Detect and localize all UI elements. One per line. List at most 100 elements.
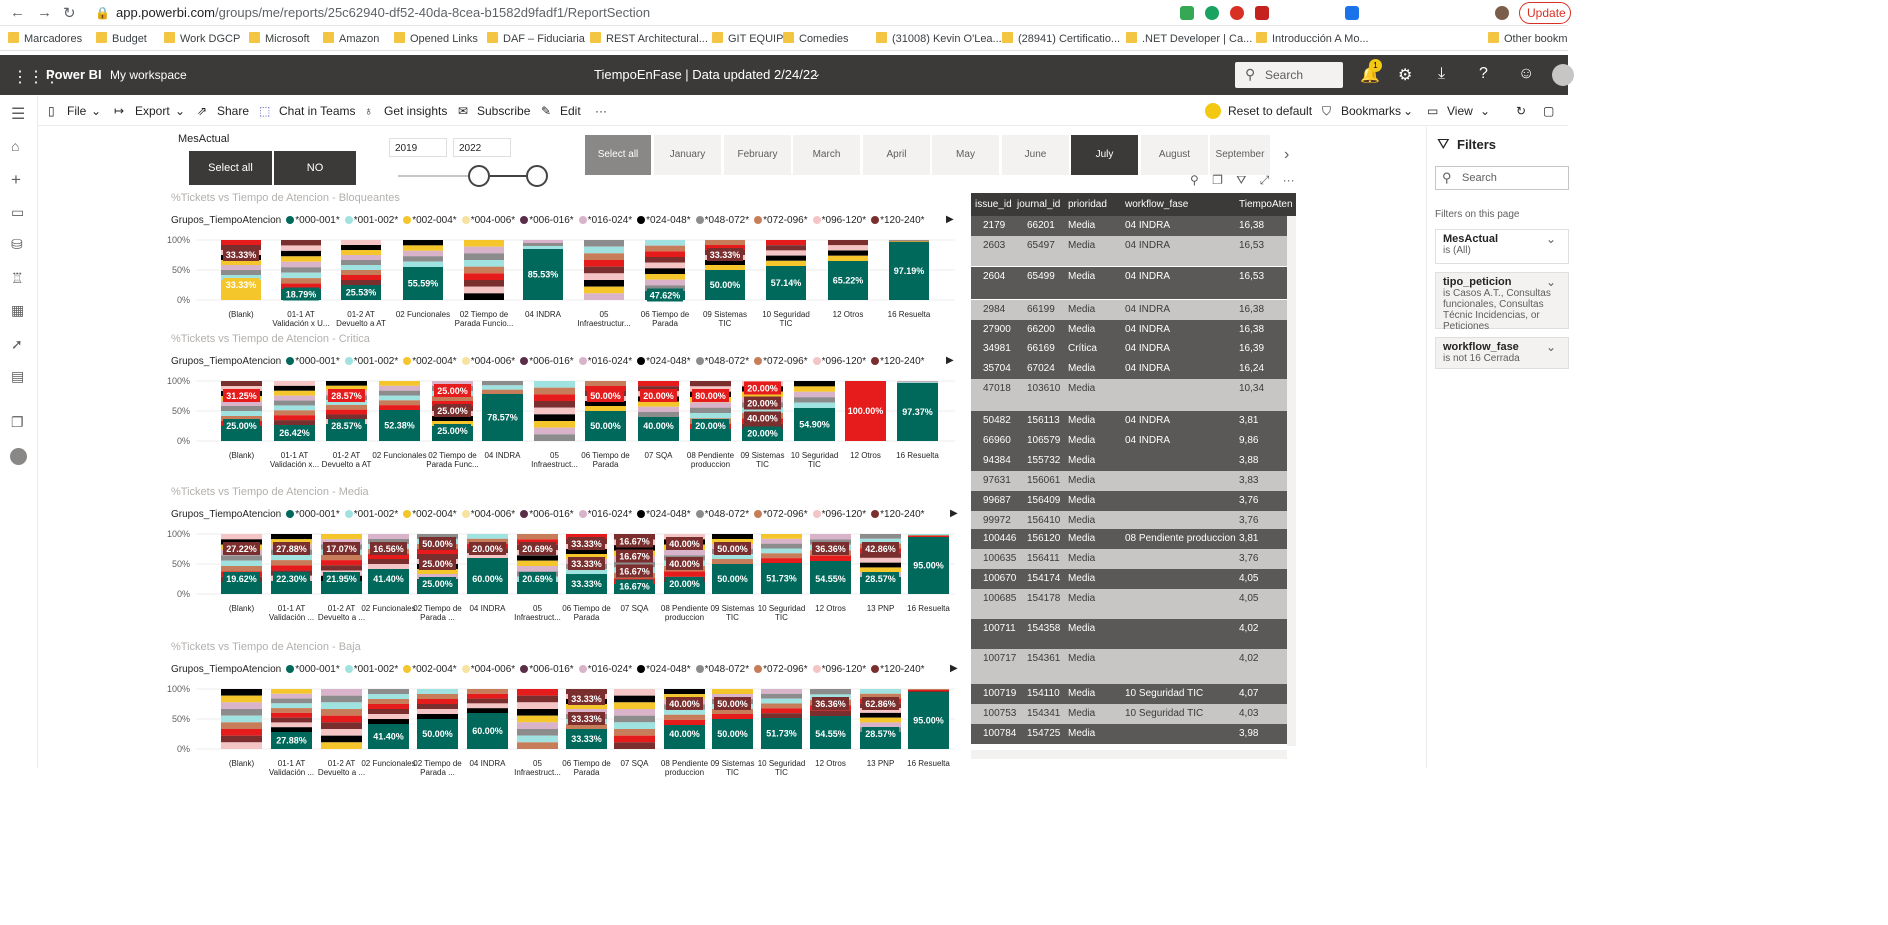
- deployment-icon[interactable]: ➚: [11, 336, 23, 353]
- legend-item[interactable]: *024-048*: [646, 664, 690, 675]
- legend-item[interactable]: *048-072*: [705, 509, 749, 520]
- legend-item[interactable]: *024-048*: [646, 509, 690, 520]
- edit-button[interactable]: Edit: [560, 104, 581, 118]
- legend-item[interactable]: *024-048*: [646, 356, 690, 367]
- table-row[interactable]: 100670 154174 Media 4,05: [971, 569, 1296, 589]
- table-row[interactable]: 100446 156120 Media 08 Pendiente produccion…: [971, 529, 1296, 549]
- view-menu[interactable]: View: [1447, 104, 1473, 118]
- filters-search[interactable]: ⚲ Search: [1435, 166, 1569, 190]
- legend-item[interactable]: *001-002*: [354, 215, 398, 226]
- bookmark-item[interactable]: DAF – Fiduciaria: [487, 32, 585, 45]
- bookmark-item[interactable]: (31008) Kevin O'Lea...: [876, 32, 1002, 45]
- help-icon[interactable]: ?: [1479, 65, 1488, 83]
- chevron-down-icon[interactable]: ⌄: [1546, 340, 1556, 354]
- goals-icon[interactable]: ♖: [11, 270, 24, 287]
- forward-icon[interactable]: →: [37, 4, 52, 21]
- data-hub-icon[interactable]: ⛁: [11, 236, 23, 253]
- table-row[interactable]: 100719 154110 Media 10 Seguridad TIC 4,07: [971, 684, 1296, 704]
- column-header[interactable]: journal_id: [1017, 199, 1060, 210]
- legend-item[interactable]: *001-002*: [354, 356, 398, 367]
- bookmark-item[interactable]: Budget: [96, 32, 147, 45]
- legend-next-arrow[interactable]: ▶: [946, 355, 954, 366]
- bookmark-item[interactable]: REST Architectural...: [590, 32, 708, 45]
- legend-item[interactable]: *000-001*: [295, 509, 339, 520]
- bookmark-item[interactable]: Amazon: [323, 32, 379, 45]
- table-row[interactable]: 2603 65497 Media 04 INDRA 16,53: [971, 236, 1296, 266]
- chevron-down-icon[interactable]: ⌄: [1546, 275, 1556, 289]
- reload-icon[interactable]: ↻: [63, 4, 76, 22]
- pin-icon[interactable]: ⚲: [1190, 173, 1199, 187]
- legend-item[interactable]: *000-001*: [295, 356, 339, 367]
- address-bar[interactable]: app.powerbi.com/groups/me/reports/25c629…: [116, 5, 650, 20]
- refresh-icon[interactable]: ↻: [1516, 104, 1526, 118]
- chevron-down-icon[interactable]: ⌄: [1546, 232, 1556, 246]
- profile-avatar[interactable]: [1495, 6, 1509, 20]
- legend-item[interactable]: *002-004*: [412, 509, 456, 520]
- year-end-handle[interactable]: [526, 165, 548, 187]
- file-menu[interactable]: File: [67, 104, 86, 118]
- legend-item[interactable]: *072-096*: [763, 215, 807, 226]
- filter-icon[interactable]: ⛛: [1236, 173, 1246, 187]
- reset-to-default-button[interactable]: Reset to default: [1228, 104, 1312, 118]
- bookmark-item[interactable]: Other bookm: [1488, 32, 1568, 45]
- legend-item[interactable]: *120-240*: [880, 215, 924, 226]
- gear-icon[interactable]: ⚙: [1398, 65, 1412, 85]
- table-row[interactable]: 100685 154178 Media 4,05: [971, 589, 1296, 619]
- legend-item[interactable]: *004-006*: [471, 356, 515, 367]
- legend-item[interactable]: *002-004*: [412, 215, 456, 226]
- table-row[interactable]: 99687 156409 Media 3,76: [971, 491, 1296, 511]
- table-row[interactable]: 47018 103610 Media 10,34: [971, 379, 1296, 411]
- hamburger-icon[interactable]: ☰: [11, 104, 25, 124]
- my-workspace-icon[interactable]: [10, 448, 27, 465]
- legend-item[interactable]: *006-016*: [529, 664, 573, 675]
- create-icon[interactable]: +: [11, 170, 21, 190]
- legend-item[interactable]: *004-006*: [471, 215, 515, 226]
- extension-icon[interactable]: [1230, 6, 1244, 20]
- update-button[interactable]: Update: [1519, 2, 1571, 24]
- table-row[interactable]: 2604 65499 Media 04 INDRA 16,53: [971, 267, 1296, 299]
- legend-item[interactable]: *004-006*: [471, 509, 515, 520]
- user-avatar[interactable]: [1552, 64, 1574, 86]
- table-row[interactable]: 66960 106579 Media 04 INDRA 9,86: [971, 431, 1296, 451]
- month-slicer-select-all[interactable]: Select all: [585, 135, 651, 175]
- brand-label[interactable]: Power BI: [46, 67, 102, 82]
- bookmarks-menu[interactable]: Bookmarks: [1341, 104, 1401, 118]
- learn-icon[interactable]: ▤: [11, 368, 24, 385]
- subscribe-button[interactable]: Subscribe: [477, 104, 530, 118]
- bookmark-item[interactable]: (28941) Certificatio...: [1002, 32, 1120, 45]
- legend-item[interactable]: *001-002*: [354, 509, 398, 520]
- table-row[interactable]: 94384 155732 Media 3,88: [971, 451, 1296, 471]
- month-slicer-june[interactable]: June: [1002, 135, 1069, 175]
- month-slicer-january[interactable]: January: [654, 135, 721, 175]
- export-menu[interactable]: Export: [135, 104, 170, 118]
- legend-item[interactable]: *072-096*: [763, 664, 807, 675]
- legend-item[interactable]: *006-016*: [529, 509, 573, 520]
- report-title[interactable]: TiempoEnFase | Data updated 2/24/22: [594, 67, 817, 82]
- extension-icon[interactable]: [1180, 6, 1194, 20]
- month-slicer-march[interactable]: March: [793, 135, 860, 175]
- legend-item[interactable]: *120-240*: [880, 664, 924, 675]
- table-row[interactable]: 99972 156410 Media 3,76: [971, 511, 1296, 529]
- legend-item[interactable]: *016-024*: [588, 356, 632, 367]
- workspace-link[interactable]: My workspace: [110, 68, 187, 82]
- table-row[interactable]: 100635 156411 Media 3,76: [971, 549, 1296, 569]
- column-header[interactable]: workflow_fase: [1125, 199, 1188, 210]
- legend-item[interactable]: *120-240*: [880, 509, 924, 520]
- more-options-icon[interactable]: ···: [1283, 173, 1295, 187]
- extension-icon[interactable]: [1345, 6, 1359, 20]
- legend-item[interactable]: *048-072*: [705, 215, 749, 226]
- filter-card[interactable]: tipo_peticion is Casos A.T., Consultas fu…: [1435, 272, 1569, 332]
- filter-card[interactable]: workflow_fase is not 16 Cerrada ⌄: [1435, 337, 1569, 369]
- month-slicer-april[interactable]: April: [863, 135, 930, 175]
- workspaces-icon[interactable]: ❐: [11, 414, 24, 431]
- year-start-handle[interactable]: [468, 165, 490, 187]
- column-header[interactable]: TiempoAten: [1239, 199, 1293, 210]
- month-slicer-may[interactable]: May: [932, 135, 999, 175]
- table-row[interactable]: 34981 66169 Crítica 04 INDRA 16,39: [971, 339, 1296, 359]
- legend-item[interactable]: *000-001*: [295, 664, 339, 675]
- table-row[interactable]: 2984 66199 Media 04 INDRA 16,38: [971, 300, 1296, 320]
- legend-item[interactable]: *024-048*: [646, 215, 690, 226]
- legend-item[interactable]: *072-096*: [763, 356, 807, 367]
- month-slicer-july[interactable]: July: [1071, 135, 1138, 175]
- extension-icon[interactable]: [1255, 6, 1269, 20]
